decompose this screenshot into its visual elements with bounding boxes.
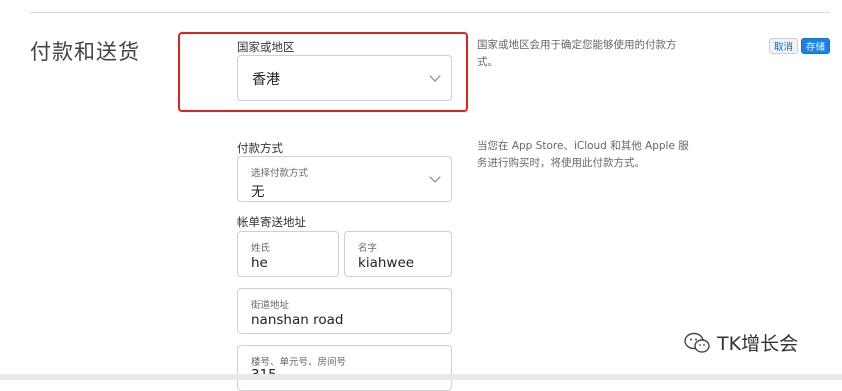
watermark: TK增长会 bbox=[683, 329, 798, 356]
last-name-caption: 姓氏 bbox=[251, 243, 271, 254]
payment-help: 当您在 App Store、iCloud 和其他 Apple 服务进行购买时，将… bbox=[477, 140, 689, 169]
first-name-caption: 名字 bbox=[358, 243, 378, 254]
section-title: 付款和送货 bbox=[30, 40, 140, 64]
bottom-scroll-bar bbox=[0, 374, 842, 380]
cancel-button[interactable]: 取消 bbox=[769, 38, 798, 54]
first-name-field[interactable]: 名字 kiahwee bbox=[344, 231, 452, 277]
save-button[interactable]: 存储 bbox=[801, 38, 830, 54]
first-name-value: kiahwee bbox=[358, 255, 415, 271]
billing-label: 帐单寄送地址 bbox=[237, 215, 306, 229]
payment-select-caption: 选择付款方式 bbox=[251, 168, 309, 179]
street-address-caption: 街道地址 bbox=[251, 300, 290, 311]
country-help: 国家或地区会用于确定您能够使用的付款方式。 bbox=[477, 39, 677, 68]
chevron-down-icon bbox=[429, 171, 441, 183]
unit-field[interactable]: 楼号、单元号、房间号 315 bbox=[237, 345, 452, 391]
unit-caption: 楼号、单元号、房间号 bbox=[251, 357, 347, 368]
payment-select[interactable]: 选择付款方式 无 bbox=[237, 156, 452, 202]
street-address-field[interactable]: 街道地址 nanshan road bbox=[237, 288, 452, 334]
top-divider bbox=[30, 12, 830, 13]
wechat-icon bbox=[684, 332, 710, 353]
watermark-text: TK增长会 bbox=[717, 333, 799, 355]
last-name-field[interactable]: 姓氏 he bbox=[237, 231, 339, 277]
highlight-box bbox=[178, 32, 468, 112]
last-name-value: he bbox=[251, 255, 268, 271]
payment-select-value: 无 bbox=[251, 184, 265, 200]
street-address-value: nanshan road bbox=[251, 312, 344, 328]
payment-label: 付款方式 bbox=[237, 141, 283, 155]
